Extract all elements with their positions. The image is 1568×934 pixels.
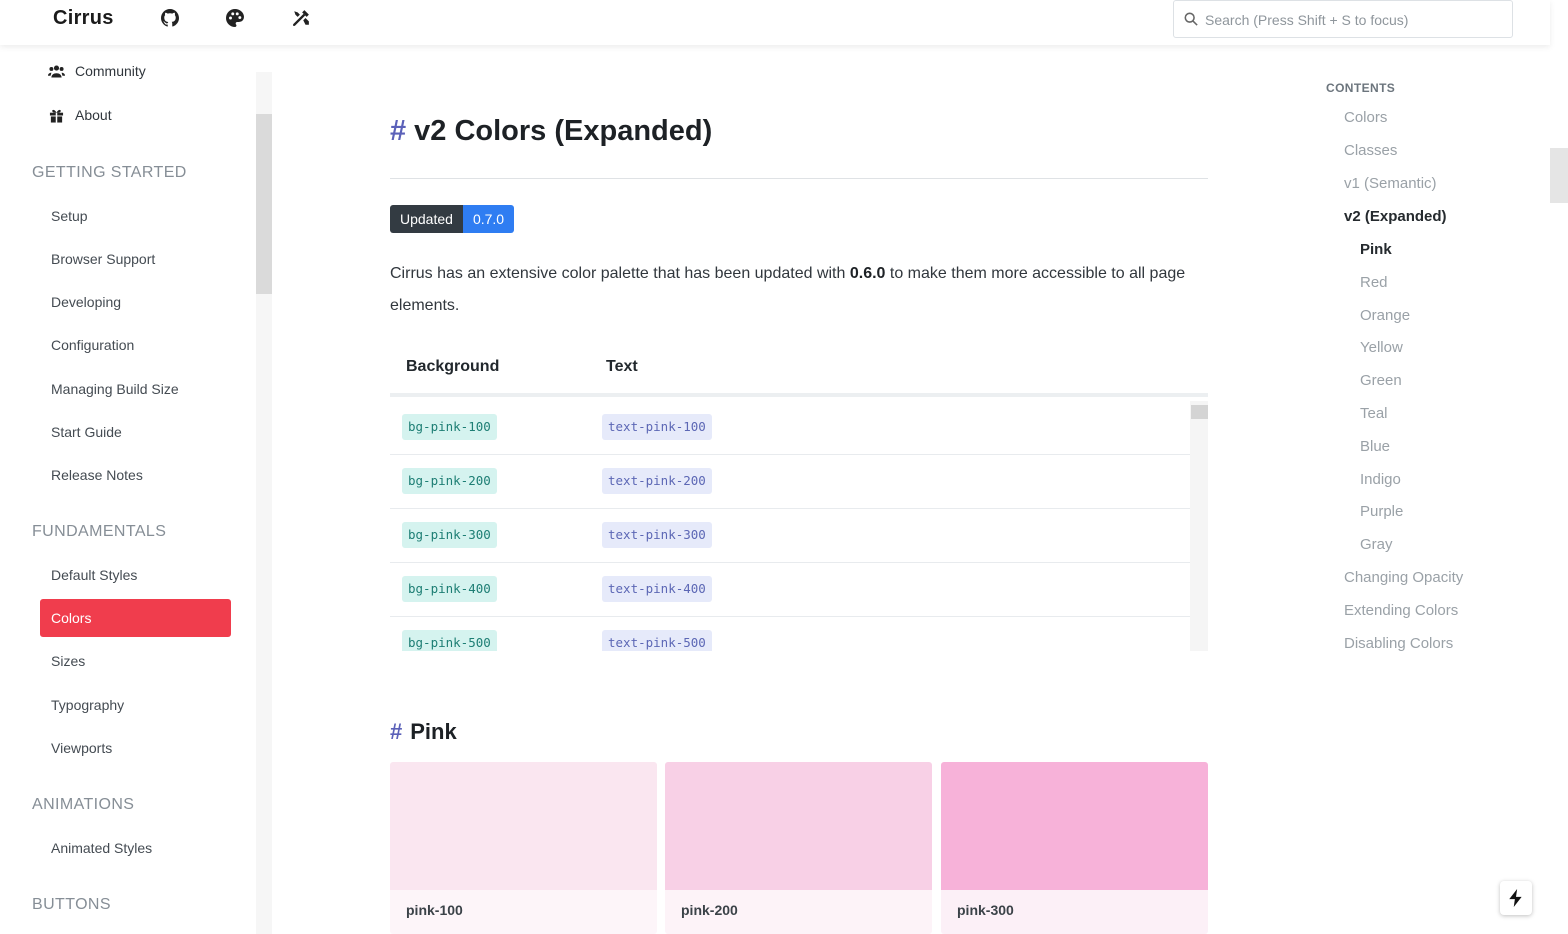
toc-item-purple[interactable]: Purple — [1360, 503, 1403, 520]
table-header: Background Text — [390, 345, 1208, 397]
toc-item-green[interactable]: Green — [1360, 372, 1402, 389]
swatch-color — [390, 762, 657, 890]
toc-title: CONTENTS — [1326, 81, 1396, 95]
sidebar-item-release-notes[interactable]: Release Notes — [40, 456, 231, 494]
text-class-code: text-pink-100 — [602, 414, 712, 440]
color-swatch: pink-100 — [390, 762, 657, 934]
toc-item-disabling-colors[interactable]: Disabling Colors — [1344, 635, 1453, 652]
sidebar-item-community[interactable]: Community — [48, 63, 146, 79]
table-row: bg-pink-200 text-pink-200 — [390, 455, 1190, 509]
search-icon — [1184, 12, 1198, 26]
sidebar-item-label: About — [75, 107, 112, 123]
column-header-background: Background — [406, 358, 500, 375]
status-badge: Updated 0.7.0 — [390, 205, 515, 233]
table-body[interactable]: bg-pink-100 text-pink-100 bg-pink-200 te… — [390, 401, 1190, 651]
toc-item-v2-expanded[interactable]: v2 (Expanded) — [1344, 208, 1447, 225]
gift-icon — [49, 109, 64, 123]
bg-class-code: bg-pink-400 — [402, 576, 497, 602]
toc-item-extending-colors[interactable]: Extending Colors — [1344, 602, 1458, 619]
heading-anchor[interactable]: # — [390, 115, 406, 147]
table-row: bg-pink-400 text-pink-400 — [390, 563, 1190, 617]
sidebar-item-about[interactable]: About — [48, 107, 112, 123]
sidebar-item-colors[interactable]: Colors — [40, 599, 231, 637]
search-input[interactable] — [1205, 9, 1505, 31]
page-title: # v2 Colors (Expanded) — [390, 115, 713, 147]
tools-icon[interactable] — [292, 9, 310, 27]
toc-item-changing-opacity[interactable]: Changing Opacity — [1344, 569, 1463, 586]
toc-item-gray[interactable]: Gray — [1360, 536, 1393, 553]
classes-table: Background Text bg-pink-100 text-pink-10… — [390, 345, 1208, 651]
users-icon — [48, 65, 65, 77]
sidebar-item-configuration[interactable]: Configuration — [40, 326, 231, 364]
badge-version: 0.7.0 — [462, 205, 515, 233]
lightning-icon — [1509, 889, 1522, 907]
toc-item-indigo[interactable]: Indigo — [1360, 471, 1401, 488]
toc-item-orange[interactable]: Orange — [1360, 307, 1410, 324]
toc-item-blue[interactable]: Blue — [1360, 438, 1390, 455]
sidebar-section-animations: ANIMATIONS — [32, 796, 135, 813]
sidebar-section-getting-started: GETTING STARTED — [32, 164, 187, 181]
table-row: bg-pink-500 text-pink-500 — [390, 617, 1190, 651]
bg-class-code: bg-pink-100 — [402, 414, 497, 440]
bg-class-code: bg-pink-200 — [402, 468, 497, 494]
table-row: bg-pink-300 text-pink-300 — [390, 509, 1190, 563]
sidebar-item-animated-styles[interactable]: Animated Styles — [40, 829, 231, 867]
toc-item-v1-semantic[interactable]: v1 (Semantic) — [1344, 175, 1437, 192]
text-class-code: text-pink-200 — [602, 468, 712, 494]
toc-item-yellow[interactable]: Yellow — [1360, 339, 1403, 356]
bg-class-code: bg-pink-300 — [402, 522, 497, 548]
github-icon[interactable] — [161, 9, 179, 27]
sidebar-item-default-styles[interactable]: Default Styles — [40, 556, 231, 594]
toc-item-pink[interactable]: Pink — [1360, 241, 1392, 258]
sidebar-item-typography[interactable]: Typography — [40, 686, 231, 724]
sidebar: Community About GETTING STARTED Setup Br… — [0, 45, 256, 934]
sidebar-section-fundamentals: FUNDAMENTALS — [32, 523, 167, 540]
intro-paragraph: Cirrus has an extensive color palette th… — [390, 265, 1186, 314]
palette-icon[interactable] — [226, 9, 244, 27]
color-swatch: pink-200 — [665, 762, 932, 934]
heading-anchor[interactable]: # — [390, 719, 402, 744]
sidebar-section-buttons: BUTTONS — [32, 896, 111, 913]
sidebar-item-label: Community — [75, 63, 146, 79]
bolt-button[interactable] — [1500, 881, 1532, 915]
table-row: bg-pink-100 text-pink-100 — [390, 401, 1190, 455]
swatch-color — [941, 762, 1208, 890]
toc-item-classes[interactable]: Classes — [1344, 142, 1397, 159]
sidebar-item-managing-build-size[interactable]: Managing Build Size — [40, 370, 231, 408]
badge-label: Updated — [390, 205, 463, 233]
brand-logo[interactable]: Cirrus — [53, 7, 114, 30]
swatch-label: pink-200 — [665, 890, 932, 934]
toc-item-colors[interactable]: Colors — [1344, 109, 1387, 126]
sidebar-item-setup[interactable]: Setup — [40, 197, 231, 235]
bg-class-code: bg-pink-500 — [402, 630, 497, 651]
sidebar-item-developing[interactable]: Developing — [40, 283, 231, 321]
sidebar-item-browser-support[interactable]: Browser Support — [40, 240, 231, 278]
page-scrollbar-thumb[interactable] — [1550, 148, 1568, 203]
table-scrollbar-thumb[interactable] — [1191, 405, 1208, 419]
color-swatch: pink-300 — [941, 762, 1208, 934]
section-title-pink: # Pink — [390, 719, 457, 744]
sidebar-item-start-guide[interactable]: Start Guide — [40, 413, 231, 451]
sidebar-scrollbar-thumb[interactable] — [256, 114, 272, 294]
toc-item-teal[interactable]: Teal — [1360, 405, 1388, 422]
toc-item-red[interactable]: Red — [1360, 274, 1388, 291]
swatch-label: pink-300 — [941, 890, 1208, 934]
sidebar-item-sizes[interactable]: Sizes — [40, 642, 231, 680]
top-navbar: Cirrus — [0, 0, 1550, 45]
column-header-text: Text — [606, 358, 638, 375]
search-box[interactable] — [1173, 0, 1513, 38]
text-class-code: text-pink-400 — [602, 576, 712, 602]
text-class-code: text-pink-500 — [602, 630, 712, 651]
text-class-code: text-pink-300 — [602, 522, 712, 548]
sidebar-item-viewports[interactable]: Viewports — [40, 729, 231, 767]
swatch-color — [665, 762, 932, 890]
swatch-label: pink-100 — [390, 890, 657, 934]
divider — [390, 178, 1208, 179]
table-scrollbar[interactable] — [1190, 401, 1208, 651]
